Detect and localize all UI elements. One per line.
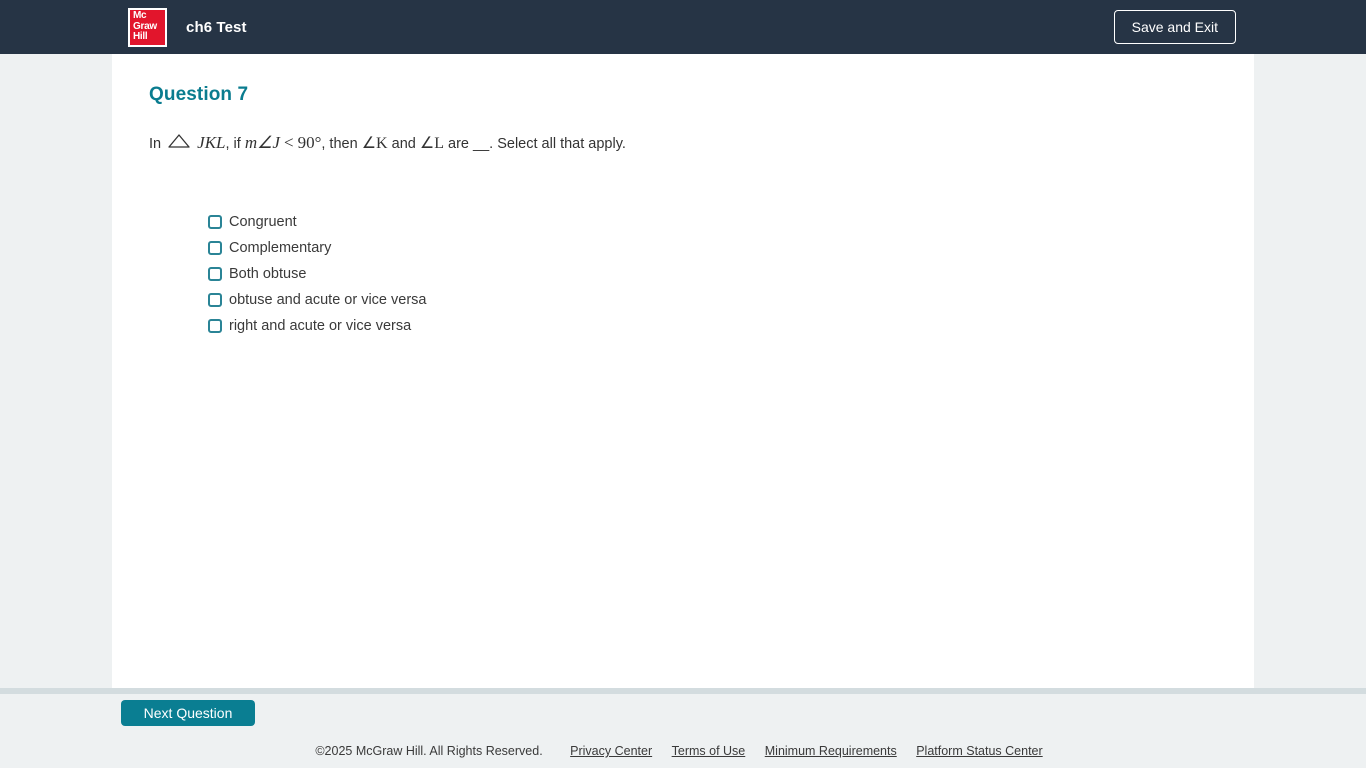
prompt-blank: __ xyxy=(473,136,490,152)
next-question-button[interactable]: Next Question xyxy=(121,700,255,726)
prompt-part-then: , then xyxy=(321,136,358,152)
terms-of-use-link[interactable]: Terms of Use xyxy=(672,744,746,758)
answer-options-list: Congruent Complementary Both obtuse obtu… xyxy=(208,209,426,339)
app-header: Mc Graw Hill ch6 Test Save and Exit xyxy=(0,0,1366,54)
save-and-exit-button[interactable]: Save and Exit xyxy=(1113,10,1236,44)
option-label[interactable]: obtuse and acute or vice versa xyxy=(229,292,426,308)
option-row[interactable]: Both obtuse xyxy=(208,261,426,287)
question-card: Question 7 In JKL, if m∠J < 90°, then ∠K… xyxy=(112,54,1254,688)
platform-status-center-link[interactable]: Platform Status Center xyxy=(916,744,1042,758)
copyright-text: ©2025 McGraw Hill. All Rights Reserved. xyxy=(315,744,543,758)
app-title: ch6 Test xyxy=(186,18,247,36)
logo-line-3: Hill xyxy=(133,31,148,43)
prompt-part-are: are xyxy=(448,136,469,152)
option-label[interactable]: Congruent xyxy=(229,214,297,230)
question-prompt: In JKL, if m∠J < 90°, then ∠K and ∠L are… xyxy=(149,133,626,154)
privacy-center-link[interactable]: Privacy Center xyxy=(570,744,652,758)
option-checkbox-right-acute[interactable] xyxy=(208,319,222,333)
degree-value: 90° xyxy=(297,133,322,152)
prompt-part-if: , if xyxy=(225,136,241,152)
option-label[interactable]: right and acute or vice versa xyxy=(229,318,411,334)
angle-measure-j: m∠J xyxy=(244,133,280,152)
option-label[interactable]: Complementary xyxy=(229,240,331,256)
question-heading: Question 7 xyxy=(149,84,249,105)
mcgraw-hill-logo-icon: Mc Graw Hill xyxy=(128,7,167,47)
option-row[interactable]: right and acute or vice versa xyxy=(208,313,426,339)
option-row[interactable]: Congruent xyxy=(208,209,426,235)
angle-l: ∠L xyxy=(419,135,444,152)
option-checkbox-congruent[interactable] xyxy=(208,215,222,229)
option-label[interactable]: Both obtuse xyxy=(229,266,306,282)
angle-k: ∠K xyxy=(361,135,388,152)
option-checkbox-complementary[interactable] xyxy=(208,241,222,255)
triangle-icon xyxy=(168,134,190,148)
option-row[interactable]: obtuse and acute or vice versa xyxy=(208,287,426,313)
header-brand: Mc Graw Hill ch6 Test xyxy=(128,7,247,47)
prompt-part-in: In xyxy=(149,136,162,152)
prompt-part-and: and xyxy=(391,136,416,152)
footer-legal: ©2025 McGraw Hill. All Rights Reserved. … xyxy=(0,744,1366,758)
option-checkbox-both-obtuse[interactable] xyxy=(208,267,222,281)
option-row[interactable]: Complementary xyxy=(208,235,426,261)
option-checkbox-obtuse-acute[interactable] xyxy=(208,293,222,307)
triangle-label: JKL xyxy=(197,133,226,152)
prompt-part-select: . Select all that apply. xyxy=(489,136,626,152)
less-than-symbol: < xyxy=(283,133,294,152)
minimum-requirements-link[interactable]: Minimum Requirements xyxy=(765,744,897,758)
